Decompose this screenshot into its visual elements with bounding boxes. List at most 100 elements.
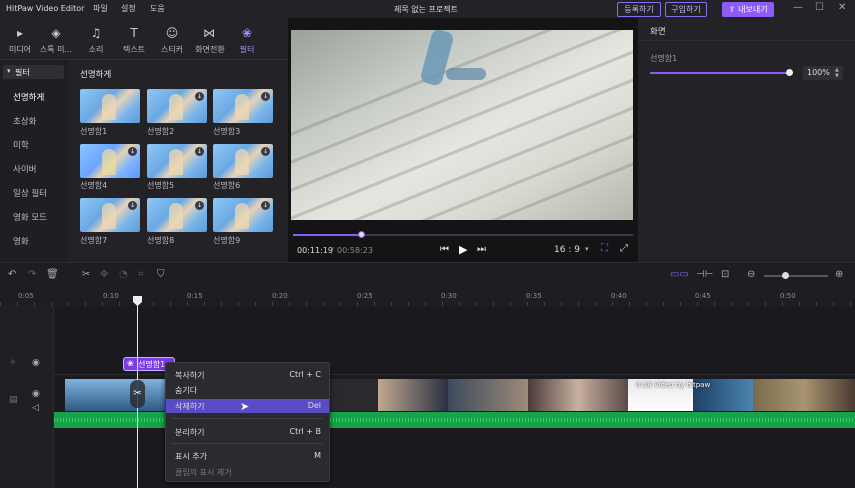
menu-item-shortcut: M	[314, 451, 321, 460]
download-icon[interactable]: ↓	[261, 147, 270, 156]
timeline-toolbar: ↶ ↷ 🗑 ✂ ✥ ◔ ⌗ ⛉ ▭▭ ⊣⊢ ⊡ ⊖ ⊕	[0, 262, 855, 288]
stepper-down-icon[interactable]: ▼	[835, 73, 839, 79]
tab-text[interactable]: 텍스트	[116, 44, 152, 55]
split-icon[interactable]: ✂	[82, 269, 90, 280]
redo-icon[interactable]: ↷	[28, 269, 36, 280]
magic-icon[interactable]: ✧	[9, 358, 17, 368]
menu-help[interactable]: 도움	[150, 3, 165, 14]
download-icon[interactable]: ↓	[195, 147, 204, 156]
progress-handle[interactable]	[358, 231, 365, 238]
tab-audio[interactable]: 소리	[78, 44, 114, 55]
filter-clip-icon: ❀	[127, 359, 134, 368]
sidebar-item-movie[interactable]: 영화	[13, 235, 29, 247]
undo-icon[interactable]: ↶	[8, 269, 16, 280]
maximize-icon[interactable]: ☐	[815, 2, 824, 13]
register-button[interactable]: 등록하기	[617, 2, 661, 17]
ruler-tick: 0:10	[103, 292, 119, 300]
close-icon[interactable]: ✕	[838, 2, 846, 13]
properties-panel: 화면 선명함1 100% ▲ ▼	[638, 18, 855, 262]
menu-item-add-marker[interactable]: 표시 추가 M	[166, 449, 329, 463]
download-icon[interactable]: ↓	[128, 201, 137, 210]
zoom-handle[interactable]	[782, 272, 789, 279]
filter-thumb[interactable]: ↓	[80, 144, 140, 178]
menu-file[interactable]: 파일	[93, 3, 108, 14]
play-icon[interactable]: ▶	[459, 243, 467, 256]
tab-filter[interactable]: 필터	[229, 44, 265, 55]
download-icon[interactable]: ↓	[195, 201, 204, 210]
aspect-dropdown-icon[interactable]: ▾	[585, 245, 589, 253]
tab-sticker[interactable]: 스티커	[154, 44, 190, 55]
tab-stock[interactable]: 스톡 미...	[38, 44, 74, 55]
menu-divider	[172, 418, 323, 419]
strength-slider[interactable]	[650, 69, 793, 76]
menu-item-label: 클립의 표시 제거	[175, 468, 232, 477]
video-frame[interactable]	[291, 30, 633, 220]
menu-settings[interactable]: 설정	[121, 3, 136, 14]
filter-icon: ❀	[241, 26, 253, 40]
sidebar-section-header[interactable]: ▾ 필터	[3, 65, 64, 79]
download-icon[interactable]: ↓	[195, 92, 204, 101]
download-icon[interactable]: ↓	[128, 147, 137, 156]
speaker-icon[interactable]: ◁	[32, 403, 39, 413]
menu-item-shortcut: Del	[307, 401, 321, 410]
filter-section-title: 선명하게	[80, 70, 112, 80]
sidebar-item-aesthetic[interactable]: 미학	[13, 139, 29, 151]
ruler-tick: 0:50	[780, 292, 796, 300]
strength-value-box[interactable]: 100% ▲ ▼	[803, 66, 843, 80]
filter-thumb[interactable]: ↓	[213, 144, 273, 178]
eye-icon[interactable]: ◉	[32, 358, 40, 368]
filter-label: 선명함6	[213, 181, 241, 190]
filter-thumb[interactable]: ↓	[80, 198, 140, 232]
zoom-out-icon[interactable]: ⊖	[747, 269, 755, 280]
filter-thumb[interactable]	[80, 89, 140, 123]
menu-item-hide[interactable]: 숨기다	[166, 383, 329, 397]
panel-title: 화면	[650, 27, 666, 37]
filter-thumb[interactable]: ↓	[147, 89, 207, 123]
tab-media[interactable]: 미디어	[2, 44, 38, 55]
buy-button[interactable]: 구입하기	[665, 2, 707, 17]
progress-track[interactable]	[293, 231, 633, 238]
minimize-icon[interactable]: —	[793, 2, 803, 13]
download-icon[interactable]: ↓	[261, 201, 270, 210]
split-view-icon[interactable]: ⊣⊢	[696, 269, 713, 280]
menu-item-remove-marker[interactable]: 클립의 표시 제거	[166, 465, 329, 479]
crop-icon[interactable]: ⛶	[601, 243, 608, 254]
filter-thumb[interactable]: ↓	[213, 198, 273, 232]
sticker-icon: ☺	[165, 26, 179, 40]
eye-icon[interactable]: ◉	[32, 389, 40, 399]
filter-thumb[interactable]: ↓	[147, 198, 207, 232]
scissors-icon[interactable]: ✂	[130, 380, 145, 408]
export-button[interactable]: ⇪ 내보내기	[722, 2, 774, 17]
rotate-icon[interactable]: ◔	[119, 269, 128, 280]
sidebar-item-portrait[interactable]: 초상화	[13, 115, 36, 127]
strength-handle[interactable]	[786, 69, 793, 76]
zoom-slider[interactable]	[764, 272, 828, 279]
filter-clip-label: 선명함1	[138, 360, 166, 369]
tab-transition[interactable]: 화면전환	[191, 44, 229, 55]
aspect-ratio-select[interactable]: 16 : 9	[554, 245, 580, 255]
next-frame-icon[interactable]: ⏭	[477, 244, 486, 255]
filter-thumb[interactable]: ↓	[213, 89, 273, 123]
ruler-tick: 0:40	[611, 292, 627, 300]
crop-tool-icon[interactable]: ⌗	[138, 269, 144, 280]
snap-icon[interactable]: ▭▭	[670, 269, 689, 280]
fit-icon[interactable]: ⊡	[721, 269, 729, 280]
filter-thumb[interactable]: ↓	[147, 144, 207, 178]
sidebar-item-movie-mode[interactable]: 영화 모드	[13, 211, 47, 223]
zoom-in-icon[interactable]: ⊕	[835, 269, 843, 280]
menu-item-split[interactable]: 분리하기 Ctrl + B	[166, 425, 329, 439]
delete-icon[interactable]: 🗑	[46, 269, 59, 280]
sidebar-item-daily[interactable]: 일상 필터	[13, 187, 47, 199]
prev-frame-icon[interactable]: ⏮	[440, 244, 449, 255]
marker-icon[interactable]: ⛉	[157, 269, 165, 280]
fullscreen-icon[interactable]: ⤢	[620, 243, 628, 254]
speed-icon[interactable]: ✥	[100, 269, 108, 280]
sidebar-item-sharpen[interactable]: 선명하게	[13, 91, 44, 103]
time-ruler[interactable]: 0:05 0:10 0:15 0:20 0:25 0:30 0:35 0:40 …	[0, 288, 855, 306]
menu-item-copy[interactable]: 복사하기 Ctrl + C	[166, 368, 329, 382]
sidebar-item-cyber[interactable]: 사이버	[13, 163, 36, 175]
download-icon[interactable]: ↓	[261, 92, 270, 101]
filter-label: 선명함4	[80, 181, 108, 190]
menu-item-label: 삭제하기	[175, 402, 205, 411]
timeline-tracks[interactable]: 0:18 Video by hitpaw ❀ 선명함1 ✂	[0, 306, 855, 488]
